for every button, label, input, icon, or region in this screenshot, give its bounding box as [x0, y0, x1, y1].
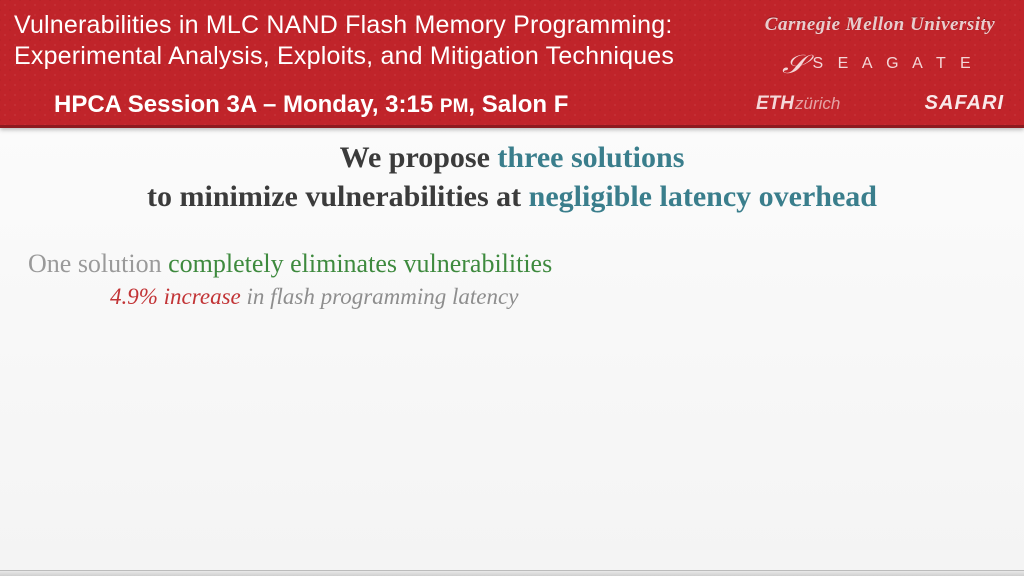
safari-logo: SAFARI — [925, 92, 1004, 115]
slide-header: Vulnerabilities in MLC NAND Flash Memory… — [0, 0, 1024, 128]
logos-column: Carnegie Mellon University 𝒮 S E A G A T… — [750, 10, 1010, 119]
solution-block: One solution completely eliminates vulne… — [28, 246, 996, 312]
solution-lead-gray: One solution — [28, 249, 168, 278]
header-left: Vulnerabilities in MLC NAND Flash Memory… — [14, 10, 740, 119]
session-suffix: , Salon F — [468, 91, 568, 118]
talk-title: Vulnerabilities in MLC NAND Flash Memory… — [14, 10, 740, 73]
seagate-spiral-icon: 𝒮 — [782, 51, 806, 77]
title-line-2: Experimental Analysis, Exploits, and Mit… — [14, 42, 674, 70]
slide-body: We propose three solutions to minimize v… — [0, 128, 1024, 312]
footer-bar — [0, 570, 1024, 576]
session-prefix: HPCA Session 3A – Monday, 3:15 — [54, 91, 440, 118]
solution-detail: 4.9% increase in flash programming laten… — [28, 281, 996, 312]
seagate-logo: 𝒮 S E A G A T E — [750, 51, 1010, 77]
seagate-text: S E A G A T E — [812, 55, 975, 73]
eth-logo: ETHzürich — [756, 93, 840, 115]
session-pm: PM — [440, 96, 469, 117]
propose-heading: We propose three solutions to minimize v… — [28, 138, 996, 216]
session-info: HPCA Session 3A – Monday, 3:15 PM, Salon… — [14, 91, 740, 119]
solution-lead: One solution completely eliminates vulne… — [28, 246, 996, 281]
propose-1b: three solutions — [497, 141, 684, 174]
propose-1a: We propose — [340, 141, 498, 174]
bottom-logos-row: ETHzürich SAFARI — [750, 92, 1010, 115]
slide: Vulnerabilities in MLC NAND Flash Memory… — [0, 0, 1024, 576]
propose-2a: to minimize vulnerabilities at — [147, 180, 529, 213]
solution-detail-rest: in flash programming latency — [241, 284, 519, 309]
eth-bold: ETH — [756, 93, 794, 114]
solution-lead-green: completely eliminates vulnerabilities — [168, 249, 552, 278]
solution-detail-red: 4.9% increase — [110, 284, 241, 309]
eth-sub: zürich — [795, 94, 840, 113]
title-line-1: Vulnerabilities in MLC NAND Flash Memory… — [14, 11, 672, 39]
cmu-logo: Carnegie Mellon University — [750, 14, 1010, 36]
propose-2b: negligible latency overhead — [529, 180, 877, 213]
